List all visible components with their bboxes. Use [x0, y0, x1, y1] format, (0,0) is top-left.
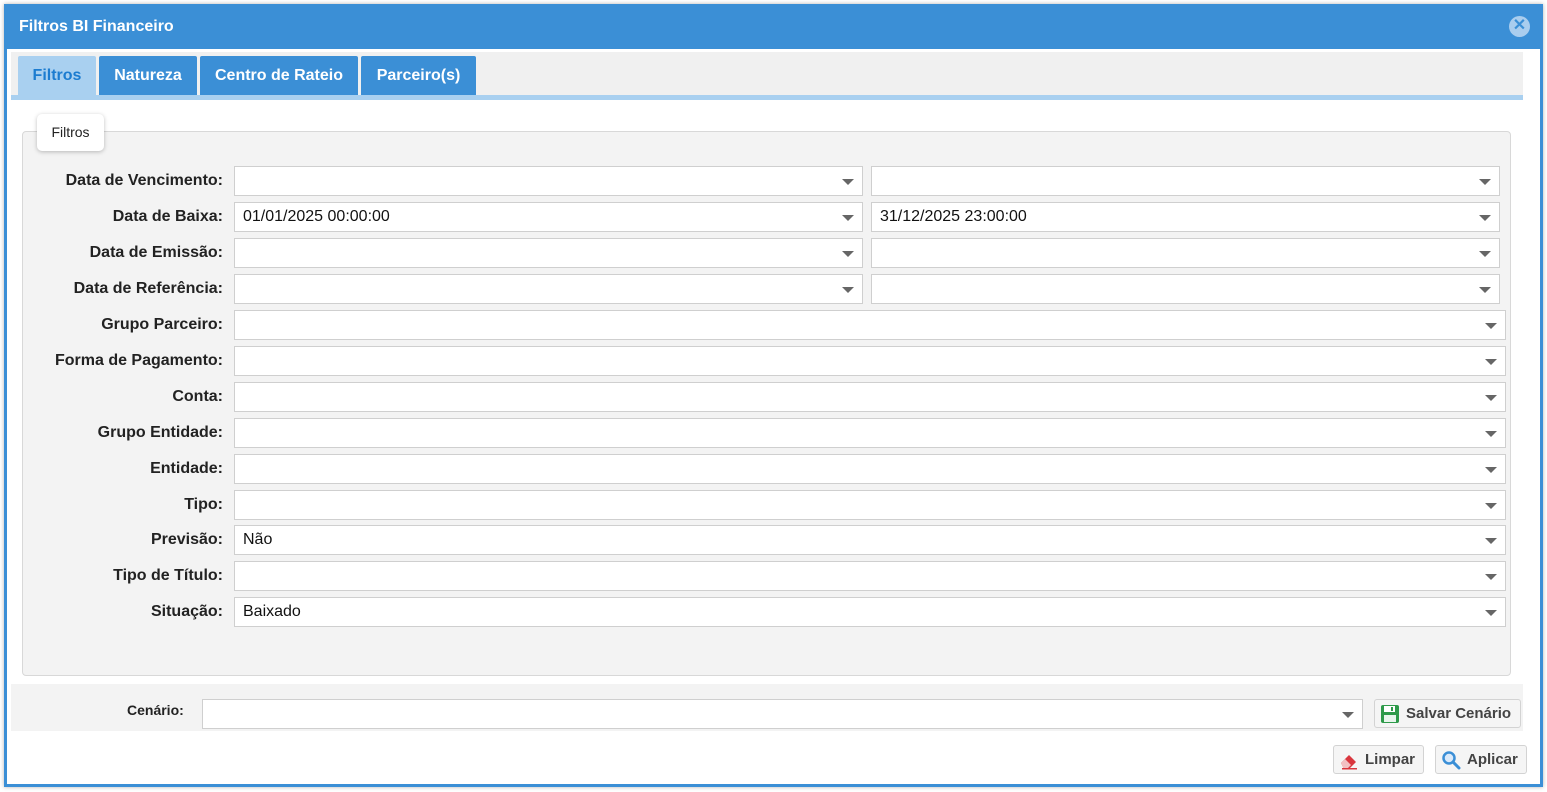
chevron-down-icon[interactable]	[1485, 395, 1497, 401]
eraser-icon	[1341, 755, 1357, 770]
tab-parceiros[interactable]: Parceiro(s)	[361, 56, 476, 95]
tab-centro-de-rateio[interactable]: Centro de Rateio	[200, 56, 358, 95]
chevron-down-icon[interactable]	[842, 179, 854, 185]
data-referencia-to[interactable]	[871, 274, 1500, 304]
data-referencia-label: Data de Referência:	[73, 280, 223, 297]
tab-bar: Filtros Natureza Centro de Rateio Parcei…	[11, 52, 1523, 100]
grupo-entidade-select[interactable]	[234, 418, 1506, 448]
chevron-down-icon[interactable]	[1485, 538, 1497, 544]
chevron-down-icon[interactable]	[1485, 359, 1497, 365]
data-vencimento-from[interactable]	[234, 166, 863, 196]
chevron-down-icon[interactable]	[1485, 431, 1497, 437]
grupo-parceiro-label: Grupo Parceiro:	[101, 316, 223, 333]
entidade-label: Entidade:	[150, 460, 223, 477]
save-scenario-label: Salvar Cenário	[1406, 705, 1512, 722]
apply-label: Aplicar	[1467, 751, 1518, 768]
chevron-down-icon[interactable]	[1479, 215, 1491, 221]
search-icon	[1442, 751, 1461, 770]
tab-natureza[interactable]: Natureza	[99, 56, 197, 95]
previsao-label: Previsão:	[150, 531, 223, 548]
grupo-entidade-label: Grupo Entidade:	[97, 424, 223, 441]
data-baixa-to[interactable]: 31/12/2025 23:00:00	[871, 202, 1500, 232]
conta-select[interactable]	[234, 382, 1506, 412]
data-vencimento-label: Data de Vencimento:	[65, 172, 223, 189]
chevron-down-icon[interactable]	[1479, 179, 1491, 185]
chevron-down-icon[interactable]	[1485, 323, 1497, 329]
entidade-select[interactable]	[234, 454, 1506, 484]
chevron-down-icon[interactable]	[842, 287, 854, 293]
chevron-down-icon[interactable]	[1479, 251, 1491, 257]
save-scenario-button[interactable]: Salvar Cenário	[1374, 699, 1521, 728]
data-emissao-from[interactable]	[234, 238, 863, 268]
apply-button[interactable]: Aplicar	[1435, 745, 1527, 774]
chevron-down-icon[interactable]	[1485, 574, 1497, 580]
previsao-select[interactable]: Não	[234, 525, 1506, 555]
conta-label: Conta:	[172, 388, 223, 405]
tab-filtros[interactable]: Filtros	[18, 56, 96, 95]
chevron-down-icon[interactable]	[1342, 712, 1354, 718]
chevron-down-icon[interactable]	[842, 251, 854, 257]
tipo-titulo-select[interactable]	[234, 561, 1506, 591]
tipo-titulo-label: Tipo de Título:	[113, 567, 223, 584]
data-vencimento-to[interactable]	[871, 166, 1500, 196]
data-baixa-to-value: 31/12/2025 23:00:00	[880, 208, 1027, 225]
chevron-down-icon[interactable]	[1485, 467, 1497, 473]
forma-pagamento-select[interactable]	[234, 346, 1506, 376]
close-icon[interactable]: ✕	[1509, 16, 1530, 37]
dialog-titlebar: Filtros BI Financeiro ✕	[7, 4, 1540, 49]
chevron-down-icon[interactable]	[842, 215, 854, 221]
cenario-label: Cenário:	[127, 702, 184, 718]
tipo-select[interactable]	[234, 490, 1506, 520]
chevron-down-icon[interactable]	[1485, 503, 1497, 509]
data-baixa-from[interactable]: 01/01/2025 00:00:00	[234, 202, 863, 232]
filters-legend: Filtros	[37, 114, 104, 151]
data-baixa-label: Data de Baixa:	[112, 208, 223, 225]
data-emissao-to[interactable]	[871, 238, 1500, 268]
previsao-value: Não	[243, 531, 273, 548]
forma-pagamento-label: Forma de Pagamento:	[54, 352, 223, 369]
situacao-select[interactable]: Baixado	[234, 597, 1506, 627]
chevron-down-icon[interactable]	[1479, 287, 1491, 293]
clear-button[interactable]: Limpar	[1333, 745, 1424, 774]
grupo-parceiro-select[interactable]	[234, 310, 1506, 340]
floppy-disk-icon	[1381, 705, 1399, 723]
data-emissao-label: Data de Emissão:	[89, 244, 223, 261]
tipo-label: Tipo:	[184, 496, 223, 513]
situacao-label: Situação:	[150, 603, 223, 620]
data-baixa-from-value: 01/01/2025 00:00:00	[243, 208, 390, 225]
cenario-select[interactable]	[202, 699, 1363, 729]
chevron-down-icon[interactable]	[1485, 610, 1497, 616]
clear-label: Limpar	[1365, 751, 1416, 768]
data-referencia-from[interactable]	[234, 274, 863, 304]
dialog-title: Filtros BI Financeiro	[19, 18, 174, 35]
situacao-value: Baixado	[243, 603, 301, 620]
